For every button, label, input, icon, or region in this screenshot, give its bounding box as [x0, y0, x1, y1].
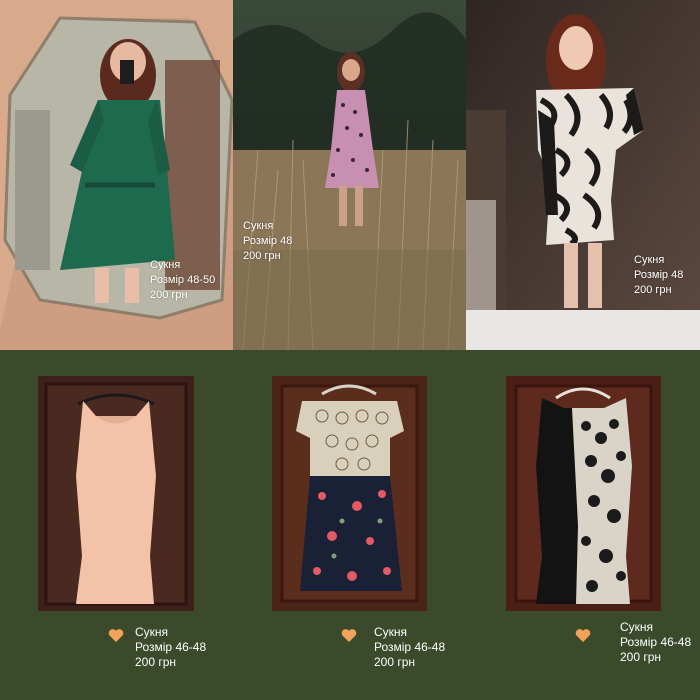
caption-title: Сукня [620, 620, 654, 634]
caption-title: Сукня [374, 625, 408, 639]
photo-caption: Сукня Розмір 48 200 грн [243, 219, 292, 264]
caption-size: Розмір 46-48 [135, 640, 207, 654]
orange-heart-icon [341, 629, 357, 642]
photo-caption: Сукня Розмір 48-50 200 грн [150, 258, 215, 303]
caption-title: Сукня [150, 259, 181, 271]
caption-size: Розмір 46-48 [374, 640, 446, 654]
zebra-print-dress-photo: Сукня Розмір 48 200 грн [466, 0, 700, 350]
orange-heart-icon [575, 629, 591, 642]
green-dress-mirror-photo: Сукня Розмір 48-50 200 грн [0, 0, 233, 350]
caption-title: Сукня [243, 220, 274, 232]
photo-caption: Сукня Розмір 46-48 200 грн [374, 625, 445, 670]
caption-price: 200 грн [135, 655, 177, 669]
caption-price: 200 грн [243, 250, 281, 262]
photo-caption: Сукня Розмір 48 200 грн [634, 253, 683, 298]
caption-size: Розмір 46-48 [620, 635, 692, 649]
black-lace-dress-hanger-photo [506, 376, 661, 611]
caption-size: Розмір 48 [634, 269, 684, 281]
photo-caption: Сукня Розмір 46-48 200 грн [620, 620, 691, 665]
crochet-floral-dress-hanger-photo [272, 376, 427, 611]
caption-size: Розмір 48-50 [150, 274, 216, 286]
photo-caption: Сукня Розмір 46-48 200 грн [135, 625, 206, 670]
caption-price: 200 грн [634, 284, 672, 296]
caption-price: 200 грн [374, 655, 416, 669]
orange-heart-icon [108, 629, 124, 642]
caption-title: Сукня [135, 625, 169, 639]
caption-price: 200 грн [620, 650, 662, 664]
caption-price: 200 грн [150, 289, 188, 301]
caption-size: Розмір 48 [243, 235, 293, 247]
caption-title: Сукня [634, 254, 665, 266]
pink-polka-dot-dress-field-photo: Сукня Розмір 48 200 грн [233, 0, 466, 350]
peach-bodycon-dress-hanger-photo [38, 376, 194, 611]
